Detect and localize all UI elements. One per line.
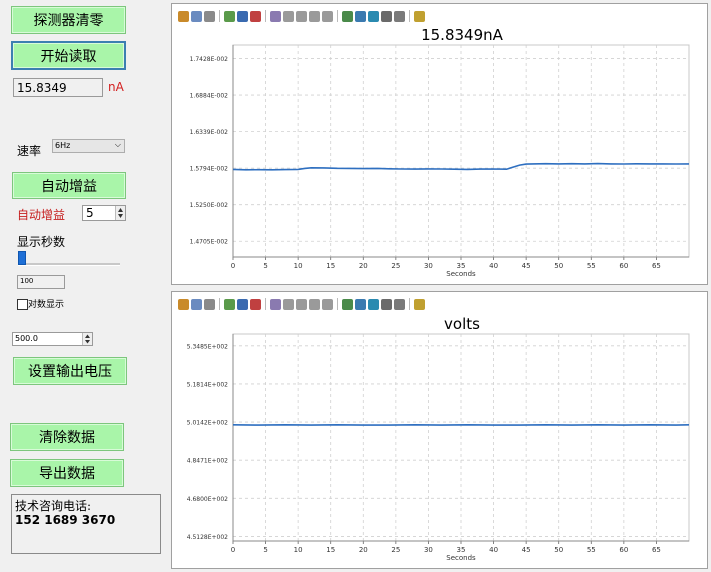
voltage-value: 500.0 [15, 334, 38, 343]
log-display-label: 对数显示 [28, 300, 65, 310]
y-tick-label: 1.5250E-002 [190, 202, 229, 209]
y-tick-label: 5.1814E+002 [187, 381, 228, 388]
x-tick-label: 65 [652, 546, 661, 554]
up-down-arrow-icon [85, 334, 90, 344]
current-reading-field: 15.8349 [13, 78, 103, 97]
contact-phone: 152 1689 3670 [15, 513, 116, 527]
auto-gain-stepper[interactable]: 5 [82, 205, 126, 221]
x-tick-label: 30 [424, 546, 433, 554]
y-tick-label: 4.5128E+002 [187, 534, 228, 541]
x-axis-label: Seconds [446, 270, 476, 278]
auto-gain-label: 自动增益 [17, 208, 66, 222]
x-tick-label: 60 [619, 546, 628, 554]
seconds-field[interactable]: 100 [17, 275, 65, 289]
voltage-stepper[interactable]: 500.0 [12, 332, 93, 346]
export-data-button[interactable]: 导出数据 [10, 459, 124, 487]
display-seconds-label: 显示秒数 [17, 235, 66, 249]
x-tick-label: 25 [391, 262, 400, 270]
chart-title: volts [444, 315, 480, 333]
detector-zero-button[interactable]: 探测器清零 [11, 6, 126, 34]
x-tick-label: 0 [231, 546, 235, 554]
x-tick-label: 15 [326, 546, 335, 554]
slider-thumb[interactable] [18, 251, 26, 265]
auto-gain-value: 5 [86, 206, 94, 220]
x-tick-label: 45 [522, 546, 531, 554]
y-tick-label: 4.6800E+002 [187, 496, 228, 503]
y-tick-label: 4.8471E+002 [187, 458, 228, 465]
chart-title: 15.8349nA [421, 26, 504, 44]
log-display-checkbox[interactable] [17, 299, 28, 310]
x-tick-label: 55 [587, 546, 596, 554]
x-tick-label: 60 [619, 262, 628, 270]
rate-label: 速率 [17, 144, 42, 158]
y-tick-label: 1.5794E-002 [190, 166, 229, 173]
x-tick-label: 30 [424, 262, 433, 270]
y-tick-label: 1.4705E-002 [190, 239, 229, 246]
clear-data-button[interactable]: 清除数据 [10, 423, 124, 451]
x-tick-label: 5 [263, 546, 267, 554]
x-tick-label: 45 [522, 262, 531, 270]
y-tick-label: 1.6339E-002 [190, 129, 229, 136]
x-tick-label: 20 [359, 546, 368, 554]
current-chart-panel: 15.8349nA 1.7428E-002 1.6884E-002 1.6339E-0… [171, 3, 708, 285]
start-read-button[interactable]: 开始读取 [11, 41, 126, 70]
voltage-chart[interactable]: volts 5.3485E+002 5.1814E+002 5.0142E+002 4.… [172, 292, 709, 570]
x-tick-label: 55 [587, 262, 596, 270]
x-tick-label: 40 [489, 262, 498, 270]
y-tick-label: 1.7428E-002 [190, 56, 229, 63]
auto-gain-button[interactable]: 自动增益 [12, 172, 126, 199]
x-axis-label: Seconds [446, 554, 476, 562]
x-tick-label: 10 [294, 546, 303, 554]
x-tick-label: 0 [231, 262, 235, 270]
current-chart[interactable]: 15.8349nA 1.7428E-002 1.6884E-002 1.6339E-0… [172, 4, 709, 286]
x-tick-label: 50 [554, 546, 563, 554]
voltage-chart-panel: volts 5.3485E+002 5.1814E+002 5.0142E+002 4.… [171, 291, 708, 569]
seconds-slider[interactable] [18, 250, 122, 268]
x-tick-label: 25 [391, 546, 400, 554]
x-tick-label: 35 [457, 546, 466, 554]
rate-select-value: 6Hz [55, 141, 71, 150]
rate-select[interactable]: 6Hz ⌵ [52, 139, 125, 153]
x-tick-label: 15 [326, 262, 335, 270]
x-tick-label: 40 [489, 546, 498, 554]
x-tick-label: 5 [263, 262, 267, 270]
y-tick-label: 1.6884E-002 [190, 93, 229, 100]
x-tick-label: 50 [554, 262, 563, 270]
voltage-stepper-arrows[interactable] [82, 333, 92, 345]
slider-track [18, 263, 120, 266]
up-down-arrow-icon [118, 208, 123, 218]
stepper-arrows[interactable] [115, 206, 125, 220]
x-tick-label: 65 [652, 262, 661, 270]
contact-label: 技术咨询电话: [15, 499, 92, 513]
contact-box: 技术咨询电话: 152 1689 3670 [11, 494, 161, 554]
reading-unit: nA [108, 80, 124, 94]
x-tick-label: 35 [457, 262, 466, 270]
x-tick-label: 20 [359, 262, 368, 270]
y-tick-label: 5.0142E+002 [187, 420, 228, 427]
chevron-down-icon: ⌵ [114, 140, 121, 149]
set-voltage-button[interactable]: 设置输出电压 [13, 357, 127, 385]
y-tick-label: 5.3485E+002 [187, 343, 228, 350]
x-tick-label: 10 [294, 262, 303, 270]
